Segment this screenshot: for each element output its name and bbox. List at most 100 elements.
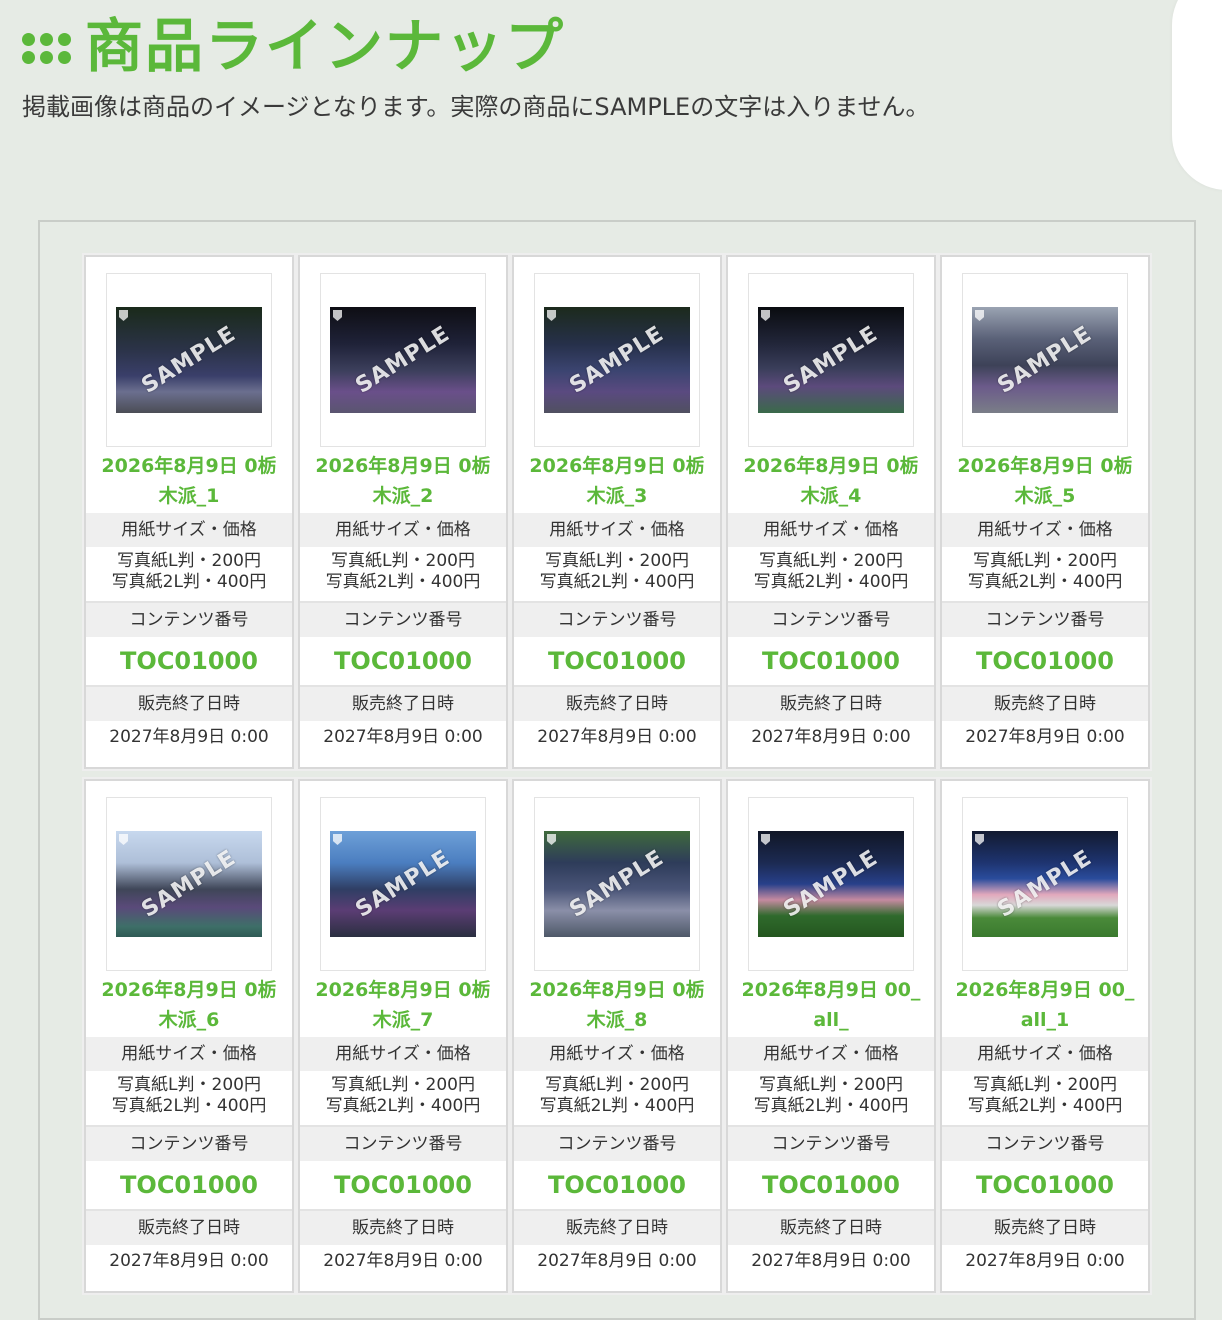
page-title: 商品ラインナップ: [85, 12, 566, 80]
thumbnail-frame: SAMPLE: [106, 797, 272, 971]
product-photo[interactable]: SAMPLE: [758, 307, 904, 413]
price-info: 写真紙L判・200円 写真紙2L判・400円: [728, 547, 934, 603]
product-name[interactable]: 2026年8月9日 00_all_1: [942, 971, 1148, 1037]
content-number-label: コンテンツ番号: [300, 603, 506, 637]
price-2l: 写真紙2L判・400円: [753, 572, 909, 592]
thumbnail-frame: SAMPLE: [748, 273, 914, 447]
price-info: 写真紙L判・200円 写真紙2L判・400円: [942, 1071, 1148, 1127]
size-price-label: 用紙サイズ・価格: [86, 1037, 292, 1071]
sample-watermark: SAMPLE: [351, 845, 455, 923]
content-number-label: コンテンツ番号: [728, 1127, 934, 1161]
content-number: TOC01000: [300, 1161, 506, 1211]
product-name[interactable]: 2026年8月9日 0栃木派_3: [514, 447, 720, 513]
product-card[interactable]: SAMPLE 2026年8月9日 0栃木派_7 用紙サイズ・価格 写真紙L判・2…: [298, 779, 508, 1293]
price-2l: 写真紙2L判・400円: [967, 572, 1123, 592]
product-name[interactable]: 2026年8月9日 00_all_: [728, 971, 934, 1037]
club-emblem-icon: [333, 834, 342, 845]
product-grid: SAMPLE 2026年8月9日 0栃木派_1 用紙サイズ・価格 写真紙L判・2…: [84, 255, 1150, 1293]
club-emblem-icon: [333, 310, 342, 321]
price-l: 写真紙L判・200円: [117, 1075, 261, 1095]
sale-end-time: 2027年8月9日 0:00: [537, 727, 697, 747]
size-price-label: 用紙サイズ・価格: [514, 1037, 720, 1071]
product-card[interactable]: SAMPLE 2026年8月9日 0栃木派_2 用紙サイズ・価格 写真紙L判・2…: [298, 255, 508, 769]
sale-end-label: 販売終了日時: [728, 687, 934, 721]
product-name[interactable]: 2026年8月9日 0栃木派_7: [300, 971, 506, 1037]
product-name[interactable]: 2026年8月9日 0栃木派_2: [300, 447, 506, 513]
sample-watermark: SAMPLE: [565, 845, 669, 923]
product-photo[interactable]: SAMPLE: [544, 307, 690, 413]
club-emblem-icon: [547, 310, 556, 321]
size-price-label: 用紙サイズ・価格: [514, 513, 720, 547]
thumbnail-frame: SAMPLE: [106, 273, 272, 447]
content-number: TOC01000: [86, 1161, 292, 1211]
product-card[interactable]: SAMPLE 2026年8月9日 0栃木派_4 用紙サイズ・価格 写真紙L判・2…: [726, 255, 936, 769]
thumbnail-frame: SAMPLE: [534, 273, 700, 447]
club-emblem-icon: [119, 834, 128, 845]
price-l: 写真紙L判・200円: [759, 1075, 903, 1095]
club-emblem-icon: [119, 310, 128, 321]
product-name[interactable]: 2026年8月9日 0栃木派_4: [728, 447, 934, 513]
size-price-label: 用紙サイズ・価格: [942, 1037, 1148, 1071]
sample-watermark: SAMPLE: [565, 321, 669, 399]
sale-end-label: 販売終了日時: [942, 1211, 1148, 1245]
sale-end-time: 2027年8月9日 0:00: [109, 727, 269, 747]
product-card[interactable]: SAMPLE 2026年8月9日 0栃木派_8 用紙サイズ・価格 写真紙L判・2…: [512, 779, 722, 1293]
size-price-label: 用紙サイズ・価格: [86, 513, 292, 547]
title-row: 商品ラインナップ: [22, 8, 930, 84]
product-card[interactable]: SAMPLE 2026年8月9日 0栃木派_1 用紙サイズ・価格 写真紙L判・2…: [84, 255, 294, 769]
sale-end-label: 販売終了日時: [514, 1211, 720, 1245]
size-price-label: 用紙サイズ・価格: [300, 1037, 506, 1071]
content-number-label: コンテンツ番号: [300, 1127, 506, 1161]
product-name[interactable]: 2026年8月9日 0栃木派_6: [86, 971, 292, 1037]
product-card[interactable]: SAMPLE 2026年8月9日 0栃木派_5 用紙サイズ・価格 写真紙L判・2…: [940, 255, 1150, 769]
price-l: 写真紙L判・200円: [759, 551, 903, 571]
sale-end-label: 販売終了日時: [86, 1211, 292, 1245]
product-card[interactable]: SAMPLE 2026年8月9日 0栃木派_6 用紙サイズ・価格 写真紙L判・2…: [84, 779, 294, 1293]
club-emblem-icon: [975, 310, 984, 321]
content-number-label: コンテンツ番号: [514, 1127, 720, 1161]
price-l: 写真紙L判・200円: [545, 1075, 689, 1095]
content-number-label: コンテンツ番号: [942, 603, 1148, 637]
price-2l: 写真紙2L判・400円: [111, 572, 267, 592]
product-photo[interactable]: SAMPLE: [330, 307, 476, 413]
sample-watermark: SAMPLE: [137, 321, 241, 399]
product-photo[interactable]: SAMPLE: [972, 307, 1118, 413]
product-photo[interactable]: SAMPLE: [116, 831, 262, 937]
price-info: 写真紙L判・200円 写真紙2L判・400円: [514, 1071, 720, 1127]
product-name[interactable]: 2026年8月9日 0栃木派_8: [514, 971, 720, 1037]
sale-end-time: 2027年8月9日 0:00: [109, 1251, 269, 1271]
thumbnail-frame: SAMPLE: [962, 797, 1128, 971]
product-photo[interactable]: SAMPLE: [544, 831, 690, 937]
content-number-label: コンテンツ番号: [86, 1127, 292, 1161]
product-photo[interactable]: SAMPLE: [758, 831, 904, 937]
sample-watermark: SAMPLE: [779, 845, 883, 923]
sale-end-time: 2027年8月9日 0:00: [323, 1251, 483, 1271]
product-name[interactable]: 2026年8月9日 0栃木派_5: [942, 447, 1148, 513]
content-number: TOC01000: [728, 637, 934, 687]
product-card[interactable]: SAMPLE 2026年8月9日 0栃木派_3 用紙サイズ・価格 写真紙L判・2…: [512, 255, 722, 769]
product-card[interactable]: SAMPLE 2026年8月9日 00_all_ 用紙サイズ・価格 写真紙L判・…: [726, 779, 936, 1293]
product-photo[interactable]: SAMPLE: [116, 307, 262, 413]
sale-end-label: 販売終了日時: [514, 687, 720, 721]
club-emblem-icon: [761, 834, 770, 845]
price-2l: 写真紙2L判・400円: [111, 1096, 267, 1116]
content-number: TOC01000: [942, 1161, 1148, 1211]
price-l: 写真紙L判・200円: [331, 1075, 475, 1095]
product-photo[interactable]: SAMPLE: [330, 831, 476, 937]
sample-watermark: SAMPLE: [779, 321, 883, 399]
content-number: TOC01000: [514, 1161, 720, 1211]
club-emblem-icon: [975, 834, 984, 845]
sale-end-label: 販売終了日時: [86, 687, 292, 721]
sale-end-time: 2027年8月9日 0:00: [537, 1251, 697, 1271]
product-photo[interactable]: SAMPLE: [972, 831, 1118, 937]
price-l: 写真紙L判・200円: [545, 551, 689, 571]
thumbnail-frame: SAMPLE: [962, 273, 1128, 447]
product-name[interactable]: 2026年8月9日 0栃木派_1: [86, 447, 292, 513]
content-number-label: コンテンツ番号: [728, 603, 934, 637]
product-card[interactable]: SAMPLE 2026年8月9日 00_all_1 用紙サイズ・価格 写真紙L判…: [940, 779, 1150, 1293]
content-number-label: コンテンツ番号: [514, 603, 720, 637]
sale-end-time: 2027年8月9日 0:00: [751, 727, 911, 747]
sale-end-label: 販売終了日時: [300, 687, 506, 721]
content-number-label: コンテンツ番号: [942, 1127, 1148, 1161]
price-2l: 写真紙2L判・400円: [325, 1096, 481, 1116]
